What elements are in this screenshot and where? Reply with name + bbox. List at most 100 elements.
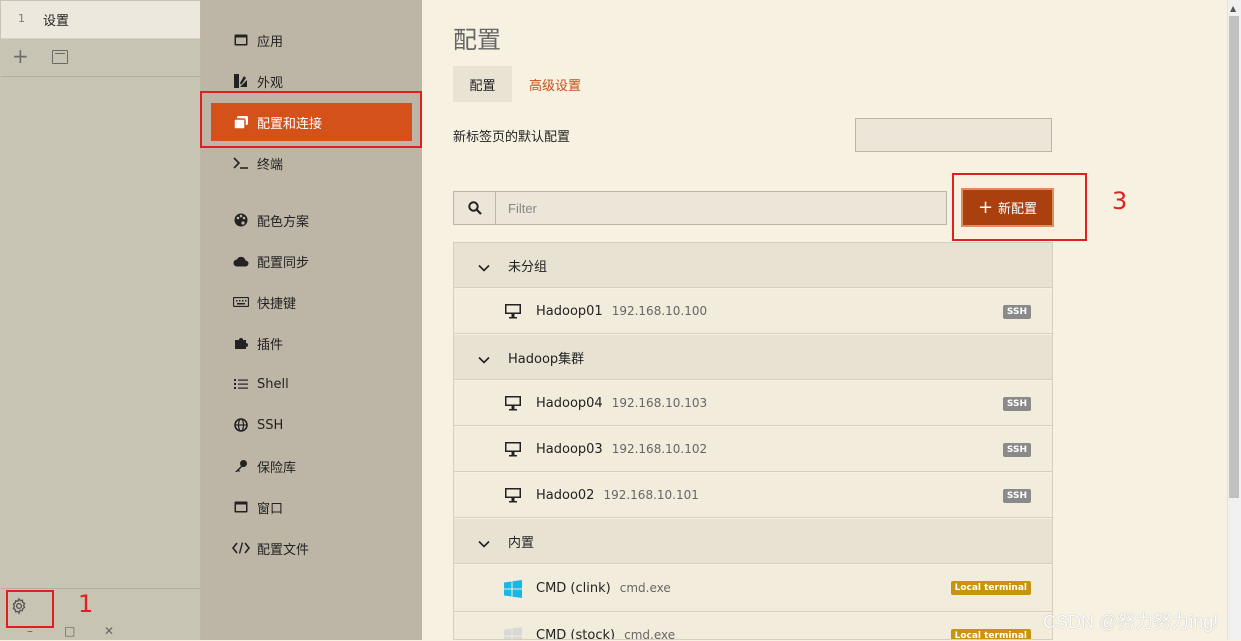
profile-detail: 192.168.10.103 <box>611 396 708 410</box>
tab-strip <box>0 0 201 640</box>
tab-toolbar <box>1 38 200 77</box>
monitor-icon <box>504 441 522 457</box>
profile-name: Hadoop01 <box>536 303 603 319</box>
cloud-icon <box>232 256 250 267</box>
profile-detail: 192.168.10.102 <box>611 442 708 456</box>
nav-item-ssh[interactable]: SSH <box>211 406 412 444</box>
monitor-icon <box>504 395 522 411</box>
nav-label: 终端 <box>257 157 284 173</box>
scroll-up-icon[interactable]: ▲ <box>1230 4 1236 13</box>
group-name: 内置 <box>508 535 535 551</box>
profile-detail: 192.168.10.100 <box>611 304 708 318</box>
local-terminal-badge: Local terminal <box>950 629 1031 639</box>
profile-name: CMD (stock) <box>536 627 616 640</box>
tab-advanced-settings[interactable]: 高级设置 <box>529 75 581 94</box>
profile-row[interactable]: CMD (clink) cmd.exe Local terminal <box>454 565 1052 612</box>
nav-label: 保险库 <box>257 460 297 476</box>
monitor-icon <box>504 303 522 319</box>
nav-label: 应用 <box>257 34 284 50</box>
group-name: Hadoop集群 <box>508 351 585 367</box>
profile-row[interactable]: Hadoop04 192.168.10.103 SSH <box>454 381 1052 426</box>
profile-row[interactable]: Hadoop03 192.168.10.102 SSH <box>454 427 1052 472</box>
group-row[interactable]: Hadoop集群 <box>454 335 1052 380</box>
chevron-down-icon <box>478 351 490 364</box>
annotation-box-3 <box>952 173 1087 241</box>
group-row[interactable]: 内置 <box>454 519 1052 564</box>
ssh-badge: SSH <box>1002 397 1031 411</box>
palette-icon <box>232 213 250 227</box>
nav-label: 配置同步 <box>257 255 310 271</box>
new-window-icon[interactable] <box>52 50 68 64</box>
tab-profiles[interactable]: 配置 <box>453 66 512 102</box>
default-profile-label: 新标签页的默认配置 <box>453 130 571 145</box>
nav-item-window[interactable]: 窗口 <box>211 488 412 526</box>
palette-brush-icon <box>232 74 250 88</box>
annotation-label-3: 3 <box>1112 187 1128 215</box>
annotation-box-2 <box>200 91 422 148</box>
nav-item-vault[interactable]: 保险库 <box>211 447 412 485</box>
window-icon <box>232 501 250 513</box>
default-profile-select[interactable] <box>855 118 1052 152</box>
profile-name: Hadoop04 <box>536 395 603 411</box>
nav-label: Shell <box>257 376 289 392</box>
tab-label[interactable]: 设置 <box>43 10 69 29</box>
nav-item-plugins[interactable]: 插件 <box>211 324 412 362</box>
nav-item-config-sync[interactable]: 配置同步 <box>211 242 412 280</box>
nav-label: 配置文件 <box>257 542 310 558</box>
window-controls: – □ ✕ <box>0 624 200 640</box>
tab-number: 1 <box>18 12 25 25</box>
search-icon[interactable] <box>453 191 496 225</box>
profile-name: Hadoop03 <box>536 441 603 457</box>
close-button[interactable]: ✕ <box>104 624 114 638</box>
profile-row[interactable]: Hadoop01 192.168.10.100 SSH <box>454 289 1052 334</box>
tab-settings[interactable] <box>1 1 200 39</box>
profile-list: 未分组 Hadoop01 192.168.10.100 SSH Hadoop集群… <box>453 242 1053 640</box>
nav-item-app[interactable]: 应用 <box>211 21 412 59</box>
profile-row[interactable]: CMD (stock) cmd.exe Local terminal <box>454 613 1052 640</box>
scroll-thumb[interactable] <box>1229 16 1239 498</box>
chevron-down-icon <box>478 259 490 272</box>
local-terminal-badge: Local terminal <box>950 581 1031 595</box>
nav-item-hotkeys[interactable]: 快捷键 <box>211 283 412 321</box>
profile-detail: cmd.exe <box>624 628 676 640</box>
profile-name: CMD (clink) <box>536 580 611 596</box>
watermark: CSDN @努力努力ing! <box>1043 612 1219 632</box>
chevron-down-icon <box>478 535 490 548</box>
terminal-icon <box>232 157 250 169</box>
maximize-button[interactable]: □ <box>64 624 75 638</box>
ssh-badge: SSH <box>1002 305 1031 319</box>
profile-detail: cmd.exe <box>619 581 671 595</box>
windows-icon <box>504 627 522 639</box>
nav-label: 插件 <box>257 337 284 353</box>
puzzle-icon <box>232 336 250 350</box>
globe-icon <box>232 418 250 432</box>
page-title: 配置 <box>453 26 501 54</box>
list-icon <box>232 378 250 390</box>
key-icon <box>232 459 250 473</box>
keyboard-icon <box>232 297 250 307</box>
annotation-box-1 <box>6 590 54 628</box>
windows-icon <box>504 580 522 598</box>
ssh-badge: SSH <box>1002 489 1031 503</box>
nav-item-shell[interactable]: Shell <box>211 365 412 403</box>
add-tab-icon[interactable]: + <box>12 46 29 66</box>
annotation-label-1: 1 <box>78 590 94 618</box>
profile-name: Hadoo02 <box>536 487 595 503</box>
group-name: 未分组 <box>508 259 548 275</box>
profile-detail: 192.168.10.101 <box>603 488 699 502</box>
filter-input[interactable] <box>496 191 947 225</box>
nav-label: SSH <box>257 417 284 433</box>
nav-label: 快捷键 <box>257 296 297 312</box>
nav-item-terminal[interactable]: 终端 <box>211 144 412 182</box>
profile-row[interactable]: Hadoo02 192.168.10.101 SSH <box>454 473 1052 518</box>
ssh-badge: SSH <box>1002 443 1031 457</box>
nav-label: 配色方案 <box>257 214 310 230</box>
minimize-button[interactable]: – <box>27 624 33 638</box>
code-icon <box>232 542 250 554</box>
window-icon <box>232 34 250 46</box>
nav-item-config-file[interactable]: 配置文件 <box>211 529 412 567</box>
nav-label: 外观 <box>257 75 284 91</box>
nav-item-color-scheme[interactable]: 配色方案 <box>211 201 412 239</box>
monitor-icon <box>504 487 522 503</box>
group-row[interactable]: 未分组 <box>454 243 1052 288</box>
